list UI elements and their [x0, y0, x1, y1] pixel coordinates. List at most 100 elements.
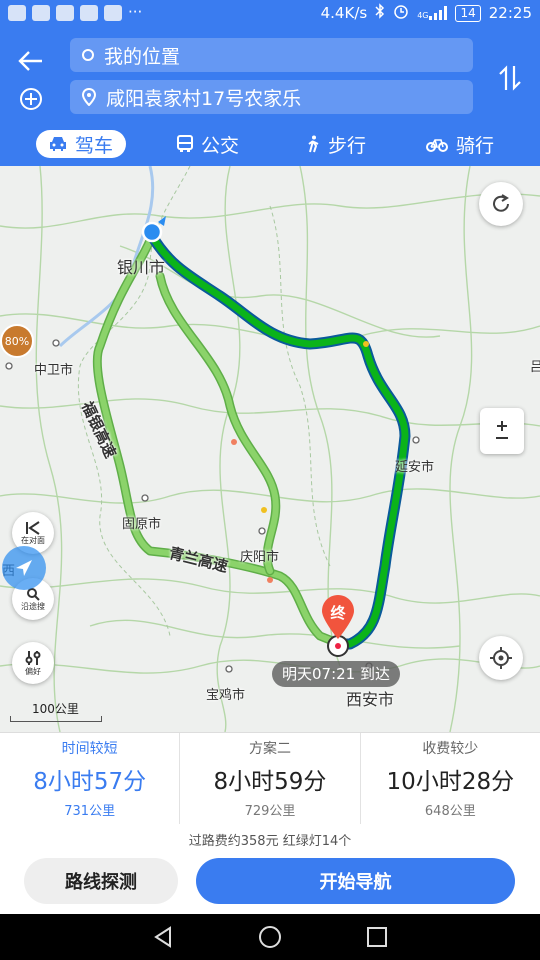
more-notifications-icon: ··· — [128, 3, 143, 21]
route-time: 10小时28分 — [386, 769, 515, 795]
active-route — [146, 230, 411, 650]
tab-walk[interactable]: 步行 — [296, 130, 376, 158]
traffic-badge[interactable]: 80% — [0, 324, 34, 358]
route-header: 我的位置 咸阳袁家村17号农家乐 驾车 公交 步行 骑行 — [0, 26, 540, 166]
alarm-icon — [393, 3, 409, 23]
end-marker-label: 终 — [330, 604, 346, 622]
swap-arrows-icon — [499, 65, 521, 91]
scale-bar — [10, 716, 102, 722]
app-icon — [104, 5, 122, 21]
net-speed: 4.4K/s — [320, 4, 368, 22]
traffic-dot — [363, 341, 369, 347]
city-label: 庆阳市 — [240, 550, 280, 565]
swap-button[interactable] — [492, 58, 528, 98]
map-view[interactable]: 终 银川市 中卫市 固原市 庆阳市 延安市 宝鸡市 西安市 福银高速 青兰高速 … — [0, 166, 540, 732]
app: ··· 4.4K/s 4G 14 22:25 我的位置 咸阳袁家村17号农家乐 … — [0, 0, 540, 960]
locate-button[interactable] — [479, 636, 523, 680]
route-label: 方案二 — [248, 741, 291, 757]
scale-label: 100公里 — [32, 702, 79, 716]
edge-label-right: 吕 — [530, 360, 540, 375]
preferences-button[interactable]: 偏好 — [12, 642, 54, 684]
traffic-dot — [261, 507, 267, 513]
city-label: 固原市 — [122, 517, 162, 532]
navigation-arrow-icon — [16, 560, 32, 576]
route-option-1[interactable]: 时间较短 8小时57分 731公里 — [0, 733, 181, 824]
map-canvas — [0, 166, 540, 732]
tab-bus-label: 公交 — [200, 134, 239, 157]
fees-info: 过路费约358元 红绿灯14个 — [188, 834, 352, 849]
status-bar: ··· 4.4K/s 4G 14 22:25 — [0, 0, 540, 26]
back-button[interactable] — [14, 44, 48, 78]
city-label: 宝鸡市 — [206, 688, 246, 703]
west-marker — [2, 546, 46, 590]
start-text: 我的位置 — [104, 45, 181, 68]
traffic-dot — [267, 577, 273, 583]
route-distance: 731公里 — [64, 804, 116, 819]
city-label: 银川市 — [117, 258, 166, 277]
notification-icons: ··· — [8, 5, 142, 21]
refresh-button[interactable] — [479, 182, 523, 226]
tab-bus[interactable]: 公交 — [168, 130, 248, 158]
route-option-3[interactable]: 收费较少 10小时28分 648公里 — [361, 733, 540, 824]
tab-bike-label: 骑行 — [455, 134, 494, 157]
start-point-icon — [82, 49, 94, 61]
transport-tabs: 驾车 公交 步行 骑行 — [0, 128, 540, 162]
app-icon — [56, 5, 74, 21]
eta-bubble: 明天07:21 到达 — [272, 661, 400, 687]
tab-drive[interactable]: 驾车 — [36, 130, 126, 158]
tab-drive-label: 驾车 — [74, 134, 113, 157]
zoom-plus-minus-icon — [496, 421, 508, 439]
signal-icon: 4G — [417, 6, 448, 20]
home-circle-icon[interactable] — [258, 925, 282, 949]
walk-icon — [308, 135, 319, 153]
city-label: 中卫市 — [34, 363, 74, 378]
preferences-label: 偏好 — [25, 666, 41, 676]
battery-icon: 14 — [455, 4, 481, 22]
location-pin-icon — [82, 88, 96, 106]
add-waypoint-button[interactable] — [14, 82, 48, 116]
app-icon — [80, 5, 98, 21]
city-label: 西安市 — [346, 690, 395, 709]
bike-icon — [425, 139, 448, 152]
refresh-icon — [493, 194, 509, 212]
car-icon — [49, 137, 66, 151]
plus-circle-icon — [20, 88, 42, 110]
arrow-left-icon — [18, 51, 42, 71]
destination-field[interactable]: 咸阳袁家村17号农家乐 — [70, 80, 473, 114]
signal-label: 4G — [417, 11, 429, 20]
route-label: 时间较短 — [61, 741, 118, 757]
app-icon — [32, 5, 50, 21]
bluetooth-icon — [375, 3, 385, 23]
destination-text: 咸阳袁家村17号农家乐 — [106, 87, 302, 110]
opposite-label: 在对面 — [21, 535, 45, 545]
route-time: 8小时57分 — [33, 769, 147, 795]
traffic-badge-value: 80% — [4, 334, 30, 348]
start-navigation-button[interactable]: 开始导航 — [196, 858, 515, 904]
back-triangle-icon[interactable] — [152, 926, 174, 948]
bus-icon — [176, 135, 193, 152]
system-nav-bar — [0, 914, 540, 960]
app-icon — [8, 5, 26, 21]
tab-walk-label: 步行 — [327, 134, 366, 157]
route-distance: 648公里 — [424, 804, 476, 819]
recents-square-icon[interactable] — [366, 926, 388, 948]
sliders-icon — [25, 650, 41, 665]
route-options: 时间较短 8小时57分 731公里 方案二 8小时59分 729公里 收费较少 … — [0, 732, 540, 824]
along-search-label: 沿途搜 — [21, 601, 45, 611]
clock: 22:25 — [488, 4, 532, 22]
background-roads — [0, 166, 540, 732]
city-dots — [5, 339, 420, 673]
route-label: 收费较少 — [422, 741, 479, 757]
destination-pin: 终 — [320, 594, 356, 640]
route-explore-button[interactable]: 路线探测 — [24, 858, 178, 904]
route-time: 8小时59分 — [213, 769, 327, 795]
traffic-dot — [231, 439, 237, 445]
city-label: 延安市 — [395, 460, 435, 475]
route-option-2[interactable]: 方案二 8小时59分 729公里 — [180, 733, 361, 824]
tab-bike[interactable]: 骑行 — [420, 130, 500, 158]
route-distance: 729公里 — [244, 804, 296, 819]
zoom-button[interactable] — [480, 408, 524, 454]
crosshair-icon — [490, 647, 512, 669]
status-right: 4.4K/s 4G 14 22:25 — [321, 3, 532, 23]
start-field[interactable]: 我的位置 — [70, 38, 473, 72]
